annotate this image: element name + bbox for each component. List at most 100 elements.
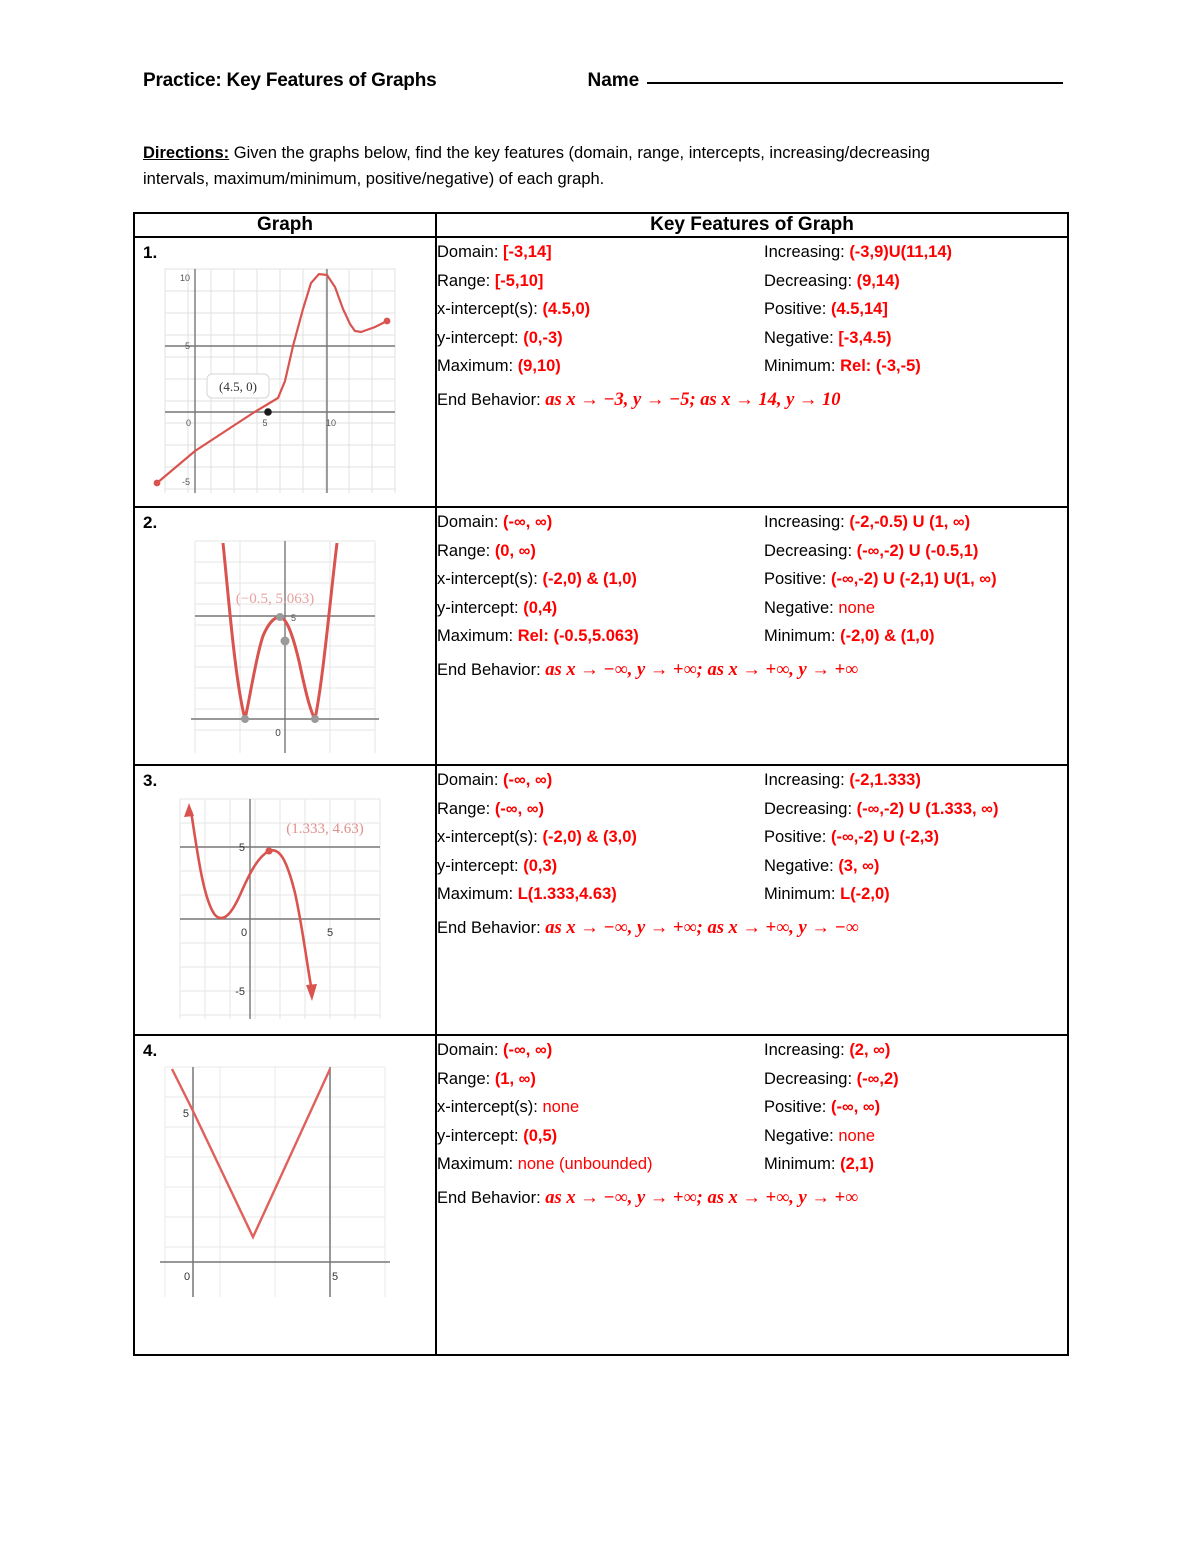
- feature-label-x-intercept: x-intercept(s):: [437, 828, 538, 846]
- feature-decreasing: Decreasing: (-∞,2): [762, 1065, 1067, 1094]
- graph-cell-2: 2. (−0.5, 5.063) 5 0: [133, 506, 437, 766]
- feature-y-intercept: y-intercept: (0,-3): [437, 324, 762, 353]
- table-row: 3. (1.333, 4.63) 5 0 5 -5 Domain: (-∞, ∞…: [133, 764, 1069, 1036]
- feature-label-domain: Domain:: [437, 513, 499, 531]
- features-cell-2: Domain: (-∞, ∞) Increasing: (-2,-0.5) U …: [435, 506, 1069, 766]
- graph-cell-1: 1. (4.5, 0) 10 5 0 5 10 -5: [133, 236, 437, 508]
- feature-label-positive: Positive:: [764, 570, 827, 588]
- directions-label: Directions:: [143, 144, 230, 162]
- feature-value-y-intercept: (0,5): [523, 1126, 558, 1145]
- feature-increasing: Increasing: (-2,1.333): [762, 766, 1067, 795]
- feature-label-positive: Positive:: [764, 300, 827, 318]
- name-blank-line[interactable]: [647, 81, 1063, 84]
- feature-value-domain: (-∞, ∞): [503, 771, 553, 789]
- column-header-features: Key Features of Graph: [435, 212, 1069, 238]
- graph-2-tick-y5: 5: [291, 613, 296, 623]
- feature-label-domain: Domain:: [437, 771, 499, 789]
- feature-label-maximum: Maximum:: [437, 627, 514, 645]
- feature-domain: Domain: [-3,14]: [437, 238, 762, 267]
- name-field-group: Name: [588, 70, 1063, 92]
- feature-value-maximum: (9,10): [517, 357, 561, 375]
- feature-label-increasing: Increasing:: [764, 1041, 845, 1059]
- column-header-graph: Graph: [133, 212, 437, 238]
- graph-1-tick-origin: 0: [186, 418, 191, 428]
- graph-3-point-label: (1.333, 4.63): [286, 821, 364, 837]
- feature-value-end-behavior: as x → −∞, y → +∞; as x → +∞, y → +∞: [545, 1187, 859, 1208]
- feature-list-3: Domain: (-∞, ∞) Increasing: (-2,1.333) R…: [437, 766, 1067, 939]
- feature-list-4: Domain: (-∞, ∞) Increasing: (2, ∞) Range…: [437, 1036, 1067, 1209]
- feature-label-positive: Positive:: [764, 828, 827, 846]
- table-row: 4. 5 0 5 Domain: (-∞, ∞) Increasing: (2,…: [133, 1034, 1069, 1356]
- graph-1-x-intercept-point: [264, 408, 272, 416]
- feature-list-2: Domain: (-∞, ∞) Increasing: (-2,-0.5) U …: [437, 508, 1067, 681]
- feature-value-negative: none: [838, 1126, 876, 1145]
- graph-3-tick-origin: 0: [241, 927, 247, 939]
- features-cell-4: Domain: (-∞, ∞) Increasing: (2, ∞) Range…: [435, 1034, 1069, 1356]
- feature-label-y-intercept: y-intercept:: [437, 598, 519, 617]
- features-cell-1: Domain: [-3,14] Increasing: (-3,9)U(11,1…: [435, 236, 1069, 508]
- feature-label-increasing: Increasing:: [764, 243, 845, 261]
- feature-label-negative: Negative:: [764, 1126, 834, 1145]
- feature-label-range: Range:: [437, 799, 491, 818]
- key-features-table: Graph Key Features of Graph 1. (4.5, 0) …: [133, 212, 1069, 1356]
- graph-3-tick-x5: 5: [327, 927, 333, 939]
- feature-end-behavior: End Behavior: as x → −∞, y → +∞; as x → …: [437, 1179, 1067, 1209]
- feature-value-domain: (-∞, ∞): [503, 1041, 553, 1059]
- feature-positive: Positive: (-∞,-2) U (-2,3): [762, 823, 1067, 852]
- feature-x-intercept: x-intercept(s): (-2,0) & (3,0): [437, 823, 762, 852]
- graph-2-y-intercept-point: [280, 636, 290, 646]
- feature-negative: Negative: none: [762, 594, 1067, 623]
- graph-4-curve: [170, 1068, 332, 1240]
- graph-2-local-max-point: [276, 613, 284, 621]
- feature-x-intercept: x-intercept(s): (4.5,0): [437, 295, 762, 324]
- feature-label-negative: Negative:: [764, 598, 834, 617]
- graph-1-tick-x5: 5: [262, 418, 267, 428]
- feature-label-maximum: Maximum:: [437, 357, 514, 375]
- grid-lines: [164, 268, 396, 493]
- feature-value-end-behavior: as x → −∞, y → +∞; as x → +∞, y → +∞: [545, 659, 859, 680]
- axes: [191, 541, 379, 753]
- feature-positive: Positive: (4.5,14]: [762, 295, 1067, 324]
- row-number-2: 2.: [143, 513, 158, 532]
- feature-label-y-intercept: y-intercept:: [437, 856, 519, 875]
- graph-3-tick-y5: 5: [239, 842, 245, 854]
- feature-value-decreasing: (-∞,-2) U (-0.5,1): [856, 541, 979, 560]
- feature-negative: Negative: none: [762, 1122, 1067, 1151]
- feature-range: Range: (1, ∞): [437, 1065, 762, 1094]
- feature-decreasing: Decreasing: (-∞,-2) U (-0.5,1): [762, 537, 1067, 566]
- feature-negative: Negative: (3, ∞): [762, 852, 1067, 881]
- feature-label-y-intercept: y-intercept:: [437, 1126, 519, 1145]
- graph-3-arrow-up: [184, 803, 194, 817]
- features-cell-3: Domain: (-∞, ∞) Increasing: (-2,1.333) R…: [435, 764, 1069, 1036]
- graph-2-root-right: [311, 715, 319, 723]
- feature-value-end-behavior: as x → −∞, y → +∞; as x → +∞, y → −∞: [545, 917, 859, 938]
- feature-label-negative: Negative:: [764, 328, 834, 347]
- feature-maximum: Maximum: (9,10): [437, 352, 762, 381]
- feature-label-end-behavior: End Behavior:: [437, 918, 541, 937]
- feature-y-intercept: y-intercept: (0,4): [437, 594, 762, 623]
- feature-label-maximum: Maximum:: [437, 1155, 514, 1173]
- graph-cell-4: 4. 5 0 5: [133, 1034, 437, 1356]
- feature-value-negative: [-3,4.5): [838, 328, 892, 347]
- feature-value-minimum: (2,1): [840, 1155, 875, 1173]
- graph-3-tick-yneg5: -5: [235, 986, 245, 998]
- page-header: Practice: Key Features of Graphs Name: [143, 70, 1063, 92]
- feature-label-x-intercept: x-intercept(s):: [437, 1098, 538, 1116]
- table-header-row: Graph Key Features of Graph: [133, 212, 1069, 238]
- feature-decreasing: Decreasing: (-∞,-2) U (1.333, ∞): [762, 795, 1067, 824]
- feature-value-minimum: (-2,0) & (1,0): [840, 627, 935, 645]
- table-row: 1. (4.5, 0) 10 5 0 5 10 -5 Domain: [-3,1…: [133, 236, 1069, 508]
- feature-label-increasing: Increasing:: [764, 771, 845, 789]
- feature-value-positive: (-∞, ∞): [830, 1098, 881, 1116]
- graph-3-local-max-point: [265, 847, 273, 855]
- feature-label-minimum: Minimum:: [764, 1155, 836, 1173]
- feature-value-positive: (4.5,14]: [830, 300, 888, 318]
- feature-label-range: Range:: [437, 541, 491, 560]
- feature-value-end-behavior: as x → −3, y → −5; as x → 14, y → 10: [545, 389, 841, 410]
- feature-value-positive: (-∞,-2) U (-2,1) U(1, ∞): [830, 570, 997, 588]
- feature-value-decreasing: (-∞,-2) U (1.333, ∞): [856, 799, 999, 818]
- feature-label-x-intercept: x-intercept(s):: [437, 300, 538, 318]
- feature-x-intercept: x-intercept(s): none: [437, 1093, 762, 1122]
- worksheet-page: Practice: Key Features of Graphs Name Di…: [0, 0, 1200, 1553]
- graph-3-curve: [189, 810, 313, 987]
